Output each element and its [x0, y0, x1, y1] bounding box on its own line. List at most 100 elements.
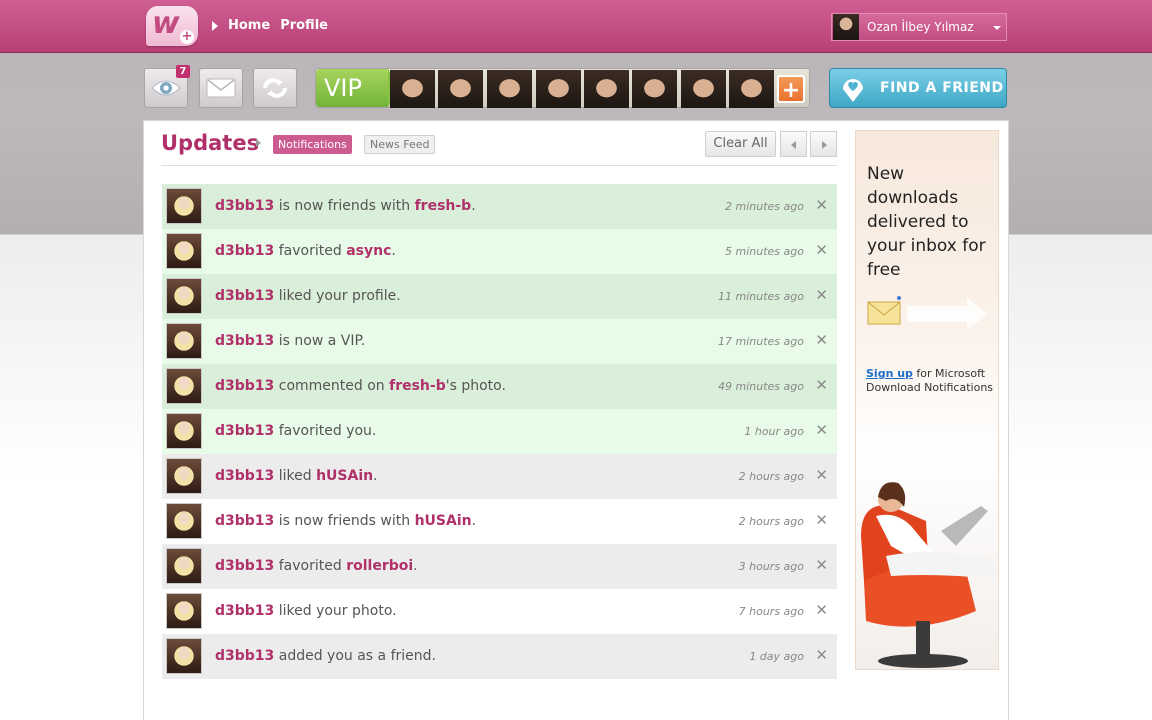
notification-action: favorited	[274, 558, 347, 574]
close-icon[interactable]: ✕	[815, 646, 828, 664]
heart-pin-icon	[843, 79, 863, 102]
notification-row[interactable]: d3bb13 is now friends with fresh-b. 2 min…	[162, 184, 837, 229]
notification-row[interactable]: d3bb13 favorited you. 1 hour ago ✕	[162, 409, 837, 454]
avatar[interactable]	[166, 323, 202, 359]
close-icon[interactable]: ✕	[815, 421, 828, 439]
notification-action: is now friends with	[274, 513, 415, 529]
notification-row[interactable]: d3bb13 is now a VIP. 17 minutes ago ✕	[162, 319, 837, 364]
vip-member-thumb[interactable]	[438, 70, 483, 108]
notification-row[interactable]: d3bb13 liked hUSAin. 2 hours ago ✕	[162, 454, 837, 499]
close-icon[interactable]: ✕	[815, 331, 828, 349]
close-icon[interactable]: ✕	[815, 556, 828, 574]
notification-user-link[interactable]: d3bb13	[215, 423, 274, 439]
add-vip-button[interactable]: +	[777, 75, 805, 103]
sync-button[interactable]	[253, 68, 297, 108]
avatar[interactable]	[166, 413, 202, 449]
vip-member-thumb[interactable]	[584, 70, 629, 108]
ad-signup-link[interactable]: Sign up	[866, 367, 913, 380]
chevron-down-icon	[993, 26, 1001, 30]
next-page-button[interactable]	[810, 131, 837, 157]
avatar[interactable]	[166, 278, 202, 314]
notification-target-link[interactable]: rollerboi	[346, 558, 413, 574]
avatar[interactable]	[166, 638, 202, 674]
avatar[interactable]	[166, 233, 202, 269]
tab-news-feed[interactable]: News Feed	[364, 135, 436, 154]
views-count-badge: 7	[176, 65, 190, 78]
notification-target-link[interactable]: fresh-b	[415, 198, 472, 214]
close-icon[interactable]: ✕	[815, 376, 828, 394]
notification-time: 2 minutes ago	[725, 200, 804, 213]
close-icon[interactable]: ✕	[815, 286, 828, 304]
breadcrumb: Home Profile	[212, 18, 328, 33]
vip-label[interactable]: VIP	[316, 69, 398, 107]
notification-time: 17 minutes ago	[718, 335, 804, 348]
notifications-list: d3bb13 is now friends with fresh-b. 2 min…	[162, 184, 837, 679]
notification-time: 49 minutes ago	[718, 380, 804, 393]
notification-user-link[interactable]: d3bb13	[215, 513, 274, 529]
notification-user-link[interactable]: d3bb13	[215, 198, 274, 214]
vip-member-thumb[interactable]	[681, 70, 726, 108]
site-logo[interactable]: w +	[146, 6, 198, 46]
views-button[interactable]: 7	[144, 65, 190, 108]
avatar[interactable]	[166, 368, 202, 404]
notification-row[interactable]: d3bb13 commented on fresh-b's photo. 49 m…	[162, 364, 837, 409]
notification-user-link[interactable]: d3bb13	[215, 603, 274, 619]
notification-target-link[interactable]: async	[346, 243, 391, 259]
avatar[interactable]	[166, 593, 202, 629]
clear-all-button[interactable]: Clear All	[705, 131, 776, 157]
messages-button[interactable]	[199, 68, 243, 108]
vip-member-thumb[interactable]	[536, 70, 581, 108]
notification-text: d3bb13 commented on fresh-b's photo.	[215, 378, 506, 394]
page-title: Updates	[161, 131, 260, 155]
notification-row[interactable]: d3bb13 liked your profile. 11 minutes ago…	[162, 274, 837, 319]
find-a-friend-button[interactable]: FIND A FRIEND	[829, 68, 1007, 108]
notification-action: favorited	[274, 243, 347, 259]
tab-notifications[interactable]: Notifications	[273, 135, 352, 154]
close-icon[interactable]: ✕	[815, 511, 828, 529]
advertisement[interactable]: New downloads delivered to your inbox fo…	[855, 130, 999, 670]
user-menu[interactable]: Ozan İlbey Yılmaz	[831, 13, 1007, 41]
close-icon[interactable]: ✕	[815, 601, 828, 619]
notification-time: 11 minutes ago	[718, 290, 804, 303]
vip-member-thumb[interactable]	[632, 70, 677, 108]
notification-target-link[interactable]: hUSAin	[316, 468, 373, 484]
envelope-icon	[206, 78, 236, 98]
notification-text: d3bb13 liked your photo.	[215, 603, 397, 619]
notification-target-link[interactable]: fresh-b	[389, 378, 446, 394]
vip-member-thumb[interactable]	[729, 70, 774, 108]
close-icon[interactable]: ✕	[815, 466, 828, 484]
eye-icon	[151, 80, 181, 96]
notification-user-link[interactable]: d3bb13	[215, 468, 274, 484]
close-icon[interactable]: ✕	[815, 241, 828, 259]
ad-headline: New downloads delivered to your inbox fo…	[867, 164, 986, 280]
avatar[interactable]	[166, 503, 202, 539]
avatar[interactable]	[166, 548, 202, 584]
notification-row[interactable]: d3bb13 favorited rollerboi. 3 hours ago ✕	[162, 544, 837, 589]
avatar[interactable]	[166, 188, 202, 224]
close-icon[interactable]: ✕	[815, 196, 828, 214]
notification-suffix: 's photo.	[445, 378, 506, 394]
notification-text: d3bb13 is now a VIP.	[215, 333, 365, 349]
notification-action: favorited you.	[274, 423, 377, 439]
notification-row[interactable]: d3bb13 liked your photo. 7 hours ago ✕	[162, 589, 837, 634]
nav-home-link[interactable]: Home	[228, 18, 270, 33]
vip-member-thumb[interactable]	[390, 70, 435, 108]
header-divider	[161, 165, 837, 166]
notification-user-link[interactable]: d3bb13	[215, 333, 274, 349]
notification-user-link[interactable]: d3bb13	[215, 648, 274, 664]
notification-row[interactable]: d3bb13 favorited async. 5 minutes ago ✕	[162, 229, 837, 274]
notification-user-link[interactable]: d3bb13	[215, 288, 274, 304]
notification-row[interactable]: d3bb13 is now friends with hUSAin. 2 hour…	[162, 499, 837, 544]
notification-user-link[interactable]: d3bb13	[215, 378, 274, 394]
avatar[interactable]	[166, 458, 202, 494]
notification-time: 2 hours ago	[738, 470, 804, 483]
notification-user-link[interactable]: d3bb13	[215, 558, 274, 574]
nav-profile-link[interactable]: Profile	[280, 18, 328, 33]
notification-target-link[interactable]: hUSAin	[415, 513, 472, 529]
notification-user-link[interactable]: d3bb13	[215, 243, 274, 259]
prev-page-button[interactable]	[780, 131, 807, 157]
notification-time: 1 day ago	[749, 650, 804, 663]
notification-suffix: .	[471, 198, 476, 214]
vip-member-thumb[interactable]	[487, 70, 532, 108]
notification-row[interactable]: d3bb13 added you as a friend. 1 day ago ✕	[162, 634, 837, 679]
